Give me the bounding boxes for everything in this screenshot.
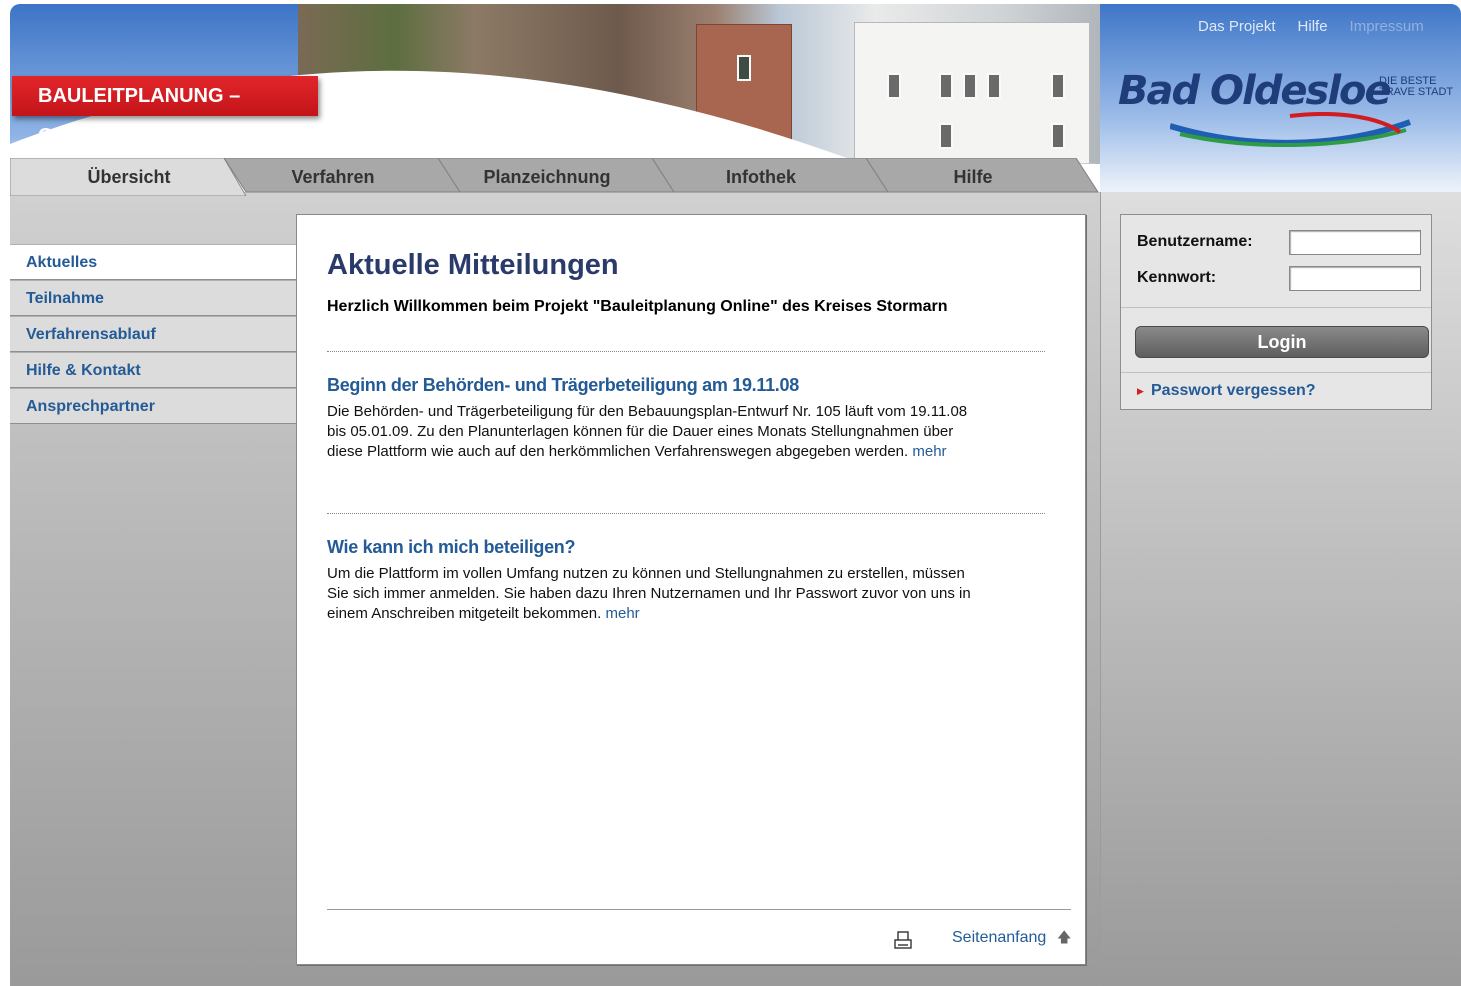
news-heading: Wie kann ich mich beteiligen? [327, 537, 576, 557]
divider [1121, 372, 1431, 373]
page-title: Aktuelle Mitteilungen [327, 249, 619, 281]
tab-label: Hilfe [953, 167, 993, 187]
site-title-banner: BAULEITPLANUNG – ONLINE [12, 76, 318, 147]
sidebar-nav: Aktuelles Teilnahme Verfahrensablauf Hil… [10, 244, 296, 424]
news-item: Beginn der Behörden- und Trägerbeteiligu… [327, 375, 977, 462]
tab-label: Infothek [726, 167, 796, 187]
login-box: Benutzername: Kennwort: Login ▶ Passwort… [1120, 214, 1432, 410]
footer-divider [327, 909, 1071, 910]
news-heading: Beginn der Behörden- und Trägerbeteiligu… [327, 375, 799, 395]
password-label: Kennwort: [1137, 269, 1217, 286]
divider [1121, 307, 1431, 308]
sidebar-item-verfahrensablauf[interactable]: Verfahrensablauf [10, 316, 296, 352]
welcome-text: Herzlich Willkommen beim Projekt "Baulei… [327, 298, 948, 315]
content-panel: Aktuelle Mitteilungen Herzlich Willkomme… [296, 214, 1086, 965]
news-item: Wie kann ich mich beteiligen? Um die Pla… [327, 537, 977, 624]
news-body: Um die Plattform im vollen Umfang nutzen… [327, 565, 971, 622]
forgot-password-link[interactable]: Passwort vergessen? [1151, 382, 1316, 400]
tab-planzeichnung[interactable]: Planzeichnung [438, 158, 676, 193]
news-more-link[interactable]: mehr [605, 605, 639, 622]
back-to-top-link[interactable]: Seitenanfang [952, 929, 1046, 947]
sidebar-item-hilfe-kontakt[interactable]: Hilfe & Kontakt [10, 352, 296, 388]
tab-label: Planzeichnung [483, 167, 611, 187]
news-more-link[interactable]: mehr [912, 443, 946, 460]
username-input[interactable] [1289, 230, 1421, 255]
tab-label: Verfahren [291, 167, 375, 187]
top-links: Das Projekt Hilfe Impressum [1198, 18, 1424, 35]
username-label: Benutzername: [1137, 233, 1253, 250]
login-button[interactable]: Login [1135, 326, 1429, 358]
main-tabs: Übersicht Verfahren Planzeichnung Infoth… [10, 158, 1100, 196]
print-icon[interactable] [893, 931, 913, 951]
top-link-imprint[interactable]: Impressum [1350, 18, 1424, 35]
tab-label: Übersicht [87, 167, 171, 187]
password-input[interactable] [1289, 266, 1421, 291]
arrow-up-icon[interactable]: 🡅 [1057, 927, 1071, 951]
divider [327, 513, 1045, 514]
top-link-help[interactable]: Hilfe [1298, 18, 1328, 35]
top-link-project[interactable]: Das Projekt [1198, 18, 1276, 35]
page-frame: Das Projekt Hilfe Impressum Bad Oldesloe… [10, 4, 1461, 986]
city-logo-tagline: DIE BESTE TRAVE STADT [1379, 75, 1454, 98]
news-body: Die Behörden- und Trägerbeteiligung für … [327, 403, 968, 460]
news-text: Um die Plattform im vollen Umfang nutzen… [327, 564, 977, 624]
tab-verfahren[interactable]: Verfahren [224, 158, 462, 193]
bullet-arrow-icon: ▶ [1137, 386, 1144, 396]
divider [327, 351, 1045, 352]
news-text: Die Behörden- und Trägerbeteiligung für … [327, 402, 977, 462]
tab-uebersicht[interactable]: Übersicht [10, 158, 248, 196]
sidebar-item-aktuelles[interactable]: Aktuelles [10, 244, 296, 280]
tab-infothek[interactable]: Infothek [652, 158, 890, 193]
logo-swoosh-icon [1170, 112, 1412, 148]
sidebar-item-ansprechpartner[interactable]: Ansprechpartner [10, 388, 296, 424]
tab-hilfe[interactable]: Hilfe [866, 158, 1100, 193]
sidebar-item-teilnahme[interactable]: Teilnahme [10, 280, 296, 316]
city-logo-name: Bad Oldesloe [1118, 68, 1392, 114]
